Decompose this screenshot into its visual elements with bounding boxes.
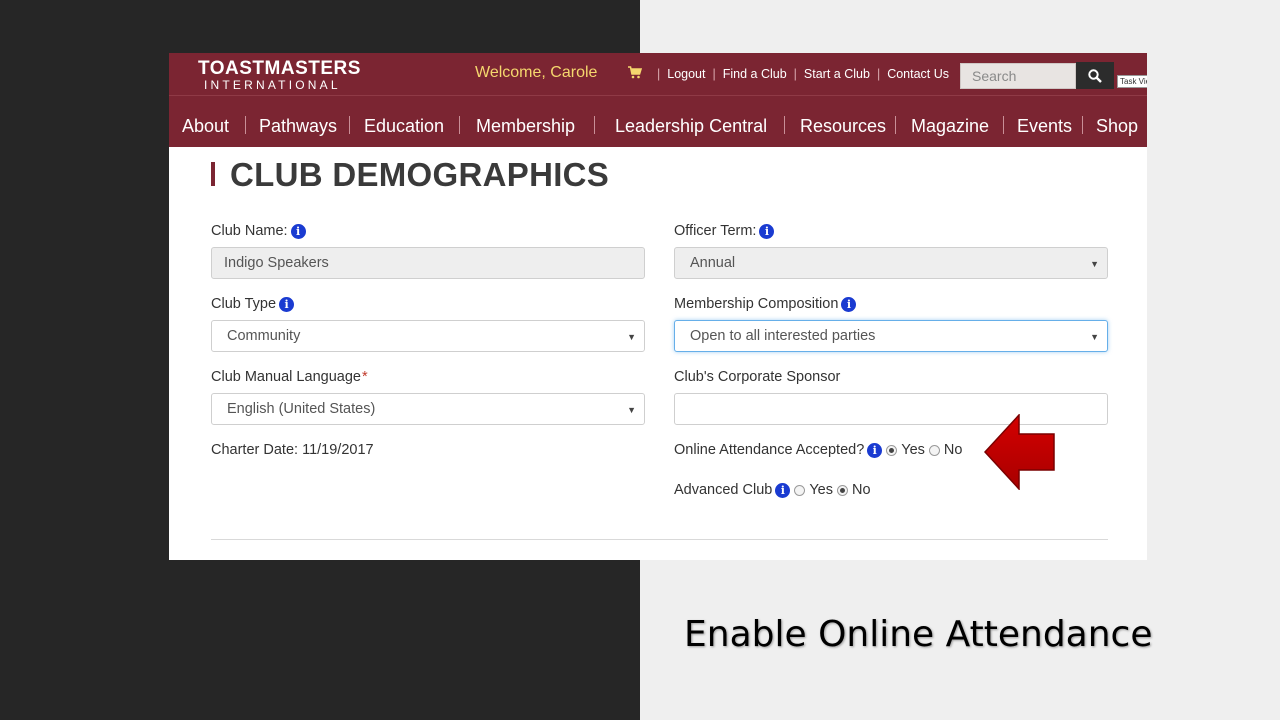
- corporate-sponsor-label: Club's Corporate Sponsor: [674, 369, 841, 385]
- slide-caption: Enable Online Attendance: [684, 614, 1153, 655]
- logo-title: TOASTMASTERS: [198, 58, 361, 79]
- info-icon[interactable]: i: [759, 223, 775, 239]
- info-icon[interactable]: i: [279, 296, 295, 312]
- online-attendance-label: Online Attendance Accepted?: [674, 442, 865, 458]
- logo[interactable]: TOASTMASTERS INTERNATIONAL: [198, 59, 361, 91]
- club-name-label: Club Name: i: [211, 223, 306, 239]
- club-manual-language-label: Club Manual Language *: [211, 369, 368, 385]
- membership-composition-label: Membership Composition i: [674, 296, 857, 312]
- club-name-field[interactable]: Indigo Speakers: [211, 247, 645, 279]
- find-a-club-link[interactable]: Find a Club: [723, 67, 787, 81]
- caret-down-icon: ▼: [1090, 259, 1099, 269]
- caret-down-icon: ▼: [627, 405, 636, 415]
- officer-term-value: Annual: [690, 255, 736, 271]
- membership-composition-value: Open to all interested parties: [690, 328, 876, 344]
- search-button[interactable]: [1076, 62, 1114, 89]
- membership-composition-select[interactable]: Open to all interested parties ▼: [674, 320, 1108, 352]
- info-icon[interactable]: i: [775, 482, 791, 498]
- main-nav: About Pathways Education Membership Lead…: [169, 95, 1147, 147]
- info-icon[interactable]: i: [841, 296, 857, 312]
- info-icon[interactable]: i: [867, 442, 883, 458]
- logout-link[interactable]: Logout: [667, 67, 705, 81]
- online-attendance-yes-label[interactable]: Yes: [901, 442, 925, 458]
- required-marker: *: [361, 369, 368, 385]
- contact-us-link[interactable]: Contact Us: [887, 67, 949, 81]
- advanced-club-no-radio[interactable]: [837, 484, 848, 496]
- header-links: | Logout | Find a Club | Start a Club | …: [657, 67, 950, 81]
- nav-resources[interactable]: Resources: [800, 116, 886, 137]
- nav-education[interactable]: Education: [364, 116, 444, 137]
- nav-about[interactable]: About: [182, 116, 229, 137]
- nav-shop[interactable]: Shop: [1096, 116, 1138, 137]
- online-attendance-no-label[interactable]: No: [944, 442, 963, 458]
- caret-down-icon: ▼: [627, 332, 636, 342]
- club-type-value: Community: [227, 328, 301, 344]
- nav-leadership-central[interactable]: Leadership Central: [615, 116, 767, 137]
- online-attendance-row: Online Attendance Accepted? i Yes No: [674, 442, 962, 458]
- advanced-club-row: Advanced Club i Yes No: [674, 482, 871, 498]
- title-accent: [211, 162, 215, 186]
- logo-subtitle: INTERNATIONAL: [204, 78, 341, 92]
- search-input[interactable]: Search: [960, 63, 1076, 89]
- club-type-label: Club Type i: [211, 296, 295, 312]
- nav-events[interactable]: Events: [1017, 116, 1072, 137]
- advanced-club-no-label[interactable]: No: [852, 482, 871, 498]
- section-divider: [211, 539, 1108, 540]
- caret-down-icon: ▼: [1090, 332, 1099, 342]
- charter-date: Charter Date: 11/19/2017: [211, 442, 374, 458]
- charter-date-value: 11/19/2017: [302, 442, 374, 458]
- officer-term-select[interactable]: Annual ▼: [674, 247, 1108, 279]
- welcome-text: Welcome, Carole: [475, 64, 598, 81]
- club-type-select[interactable]: Community ▼: [211, 320, 645, 352]
- search-icon: [1088, 68, 1102, 83]
- online-attendance-yes-radio[interactable]: [886, 444, 898, 456]
- club-manual-language-select[interactable]: English (United States) ▼: [211, 393, 645, 425]
- officer-term-label: Officer Term: i: [674, 223, 775, 239]
- nav-membership[interactable]: Membership: [476, 116, 575, 137]
- nav-magazine[interactable]: Magazine: [911, 116, 989, 137]
- start-a-club-link[interactable]: Start a Club: [804, 67, 870, 81]
- page-title: CLUB DEMOGRAPHICS: [230, 156, 610, 193]
- info-icon[interactable]: i: [290, 223, 306, 239]
- left-arrow-icon: [984, 414, 1055, 490]
- task-view-tooltip: Task View: [1117, 75, 1147, 88]
- advanced-club-yes-radio[interactable]: [794, 484, 806, 496]
- online-attendance-no-radio[interactable]: [928, 444, 940, 456]
- club-manual-language-value: English (United States): [227, 401, 376, 417]
- advanced-club-label: Advanced Club: [674, 482, 773, 498]
- cart-icon[interactable]: [628, 66, 642, 79]
- advanced-club-yes-label[interactable]: Yes: [809, 482, 833, 498]
- top-bar: TOASTMASTERS INTERNATIONAL Welcome, Caro…: [169, 53, 1147, 95]
- nav-pathways[interactable]: Pathways: [259, 116, 337, 137]
